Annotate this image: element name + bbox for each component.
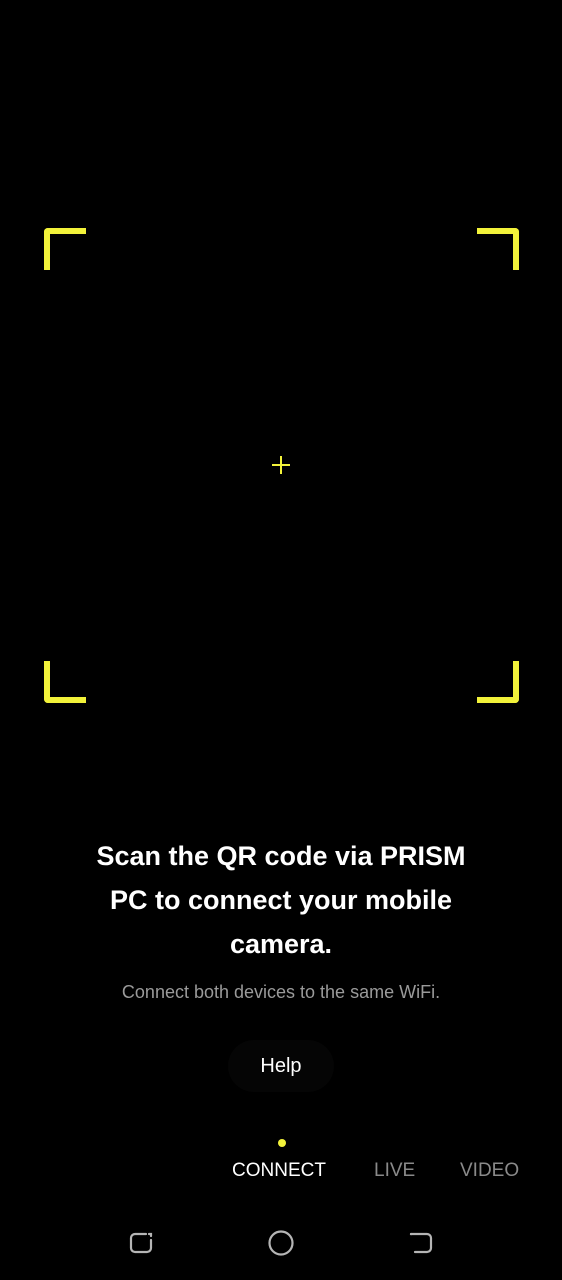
crosshair-plus-icon xyxy=(272,456,290,474)
scan-frame-corner-top-right xyxy=(477,228,519,270)
scan-instructions: Scan the QR code via PRISM PC to connect… xyxy=(60,834,502,966)
back-icon[interactable] xyxy=(406,1228,436,1258)
recent-apps-icon[interactable] xyxy=(126,1228,156,1258)
scan-frame-corner-bottom-right xyxy=(477,661,519,703)
tab-video[interactable]: VIDEO xyxy=(460,1158,519,1184)
headline-line-2: PC to connect your mobile xyxy=(109,885,453,915)
system-navigation-bar xyxy=(0,1210,562,1280)
camera-viewfinder xyxy=(0,0,562,800)
wifi-hint-text: Connect both devices to the same WiFi. xyxy=(121,982,441,1002)
headline: Scan the QR code via PRISM PC to connect… xyxy=(60,834,502,966)
scan-frame-corner-bottom-left xyxy=(44,661,86,703)
headline-line-1: Scan the QR code via PRISM xyxy=(96,841,466,871)
home-icon[interactable] xyxy=(266,1228,296,1258)
headline-line-3: camera. xyxy=(229,929,333,959)
help-button[interactable]: Help xyxy=(228,1040,334,1092)
tab-connect[interactable]: CONNECT xyxy=(232,1158,326,1184)
active-mode-indicator-dot xyxy=(278,1139,286,1147)
mode-tabs: CONNECT LIVE VIDEO xyxy=(0,1158,562,1184)
tab-live[interactable]: LIVE xyxy=(374,1158,415,1184)
scan-frame-corner-top-left xyxy=(44,228,86,270)
